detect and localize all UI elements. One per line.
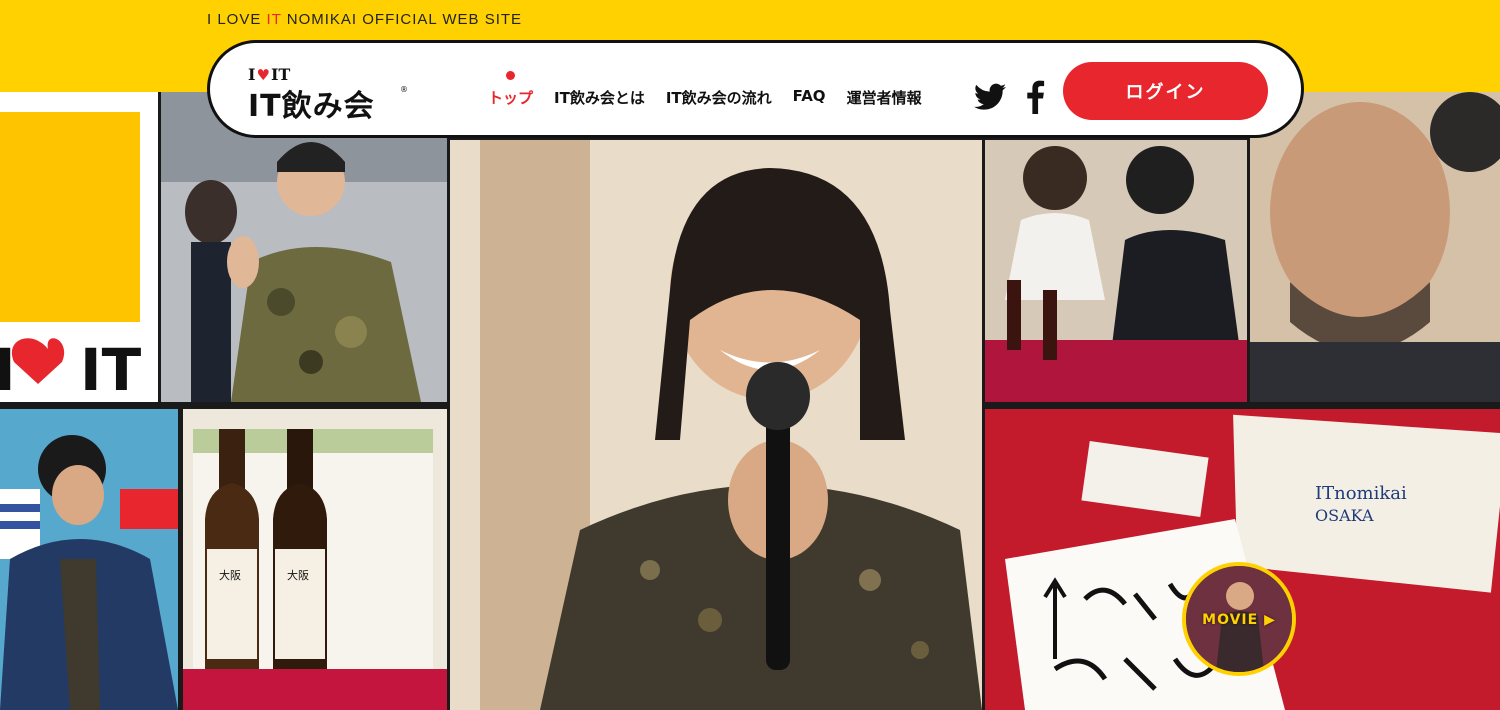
- nav-item-label: 運営者情報: [846, 89, 922, 107]
- photo-man-jacket: [0, 409, 178, 710]
- login-button[interactable]: ログイン: [1063, 62, 1268, 120]
- photo-man-camo: [161, 92, 447, 402]
- facebook-icon[interactable]: [1024, 80, 1046, 114]
- photo-card-readers: [985, 140, 1247, 402]
- nav-item-label: IT飲み会の流れ: [665, 89, 772, 107]
- nav-item-faq[interactable]: FAQ: [793, 87, 826, 108]
- nav-item-flow[interactable]: IT飲み会の流れ: [666, 87, 772, 108]
- svg-text:I: I: [0, 336, 16, 402]
- nav-item-operator[interactable]: 運営者情報: [847, 87, 922, 108]
- logo-wordmark: IT飲み会: [248, 89, 375, 124]
- svg-text:OSAKA: OSAKA: [1315, 506, 1374, 525]
- photo-speaker: [450, 140, 982, 710]
- site-header: I♥IT IT飲み会 ® トップ IT飲み会とは IT飲み会の流れ FAQ 運営…: [207, 40, 1304, 138]
- svg-text:IT: IT: [80, 336, 142, 402]
- nav-item-about[interactable]: IT飲み会とは: [554, 87, 645, 108]
- nav-item-top[interactable]: トップ: [488, 71, 534, 108]
- registered-mark: ®: [400, 85, 408, 94]
- svg-text:ITnomikai: ITnomikai: [1315, 483, 1407, 504]
- photo-poster: I IT: [0, 92, 158, 402]
- photo-bearded-man: [1250, 92, 1500, 402]
- movie-label: MOVIE ▶: [1202, 612, 1276, 628]
- nav-item-label: トップ: [488, 89, 534, 107]
- active-indicator-dot: [505, 71, 515, 80]
- nav-item-label: FAQ: [792, 87, 826, 105]
- twitter-icon[interactable]: [974, 83, 1006, 111]
- svg-text:大阪: 大阪: [287, 568, 309, 582]
- svg-text:大阪: 大阪: [219, 568, 241, 582]
- photo-beer-bottles: 大阪 大阪: [183, 409, 447, 710]
- movie-button[interactable]: MOVIE ▶: [1182, 562, 1296, 676]
- nav-item-label: IT飲み会とは: [554, 89, 645, 107]
- main-nav: トップ IT飲み会とは IT飲み会の流れ FAQ 運営者情報: [488, 71, 943, 108]
- site-logo[interactable]: I♥IT IT飲み会 ®: [248, 63, 408, 124]
- site-tagline: I LOVE IT NOMIKAI OFFICIAL WEB SITE: [207, 11, 523, 28]
